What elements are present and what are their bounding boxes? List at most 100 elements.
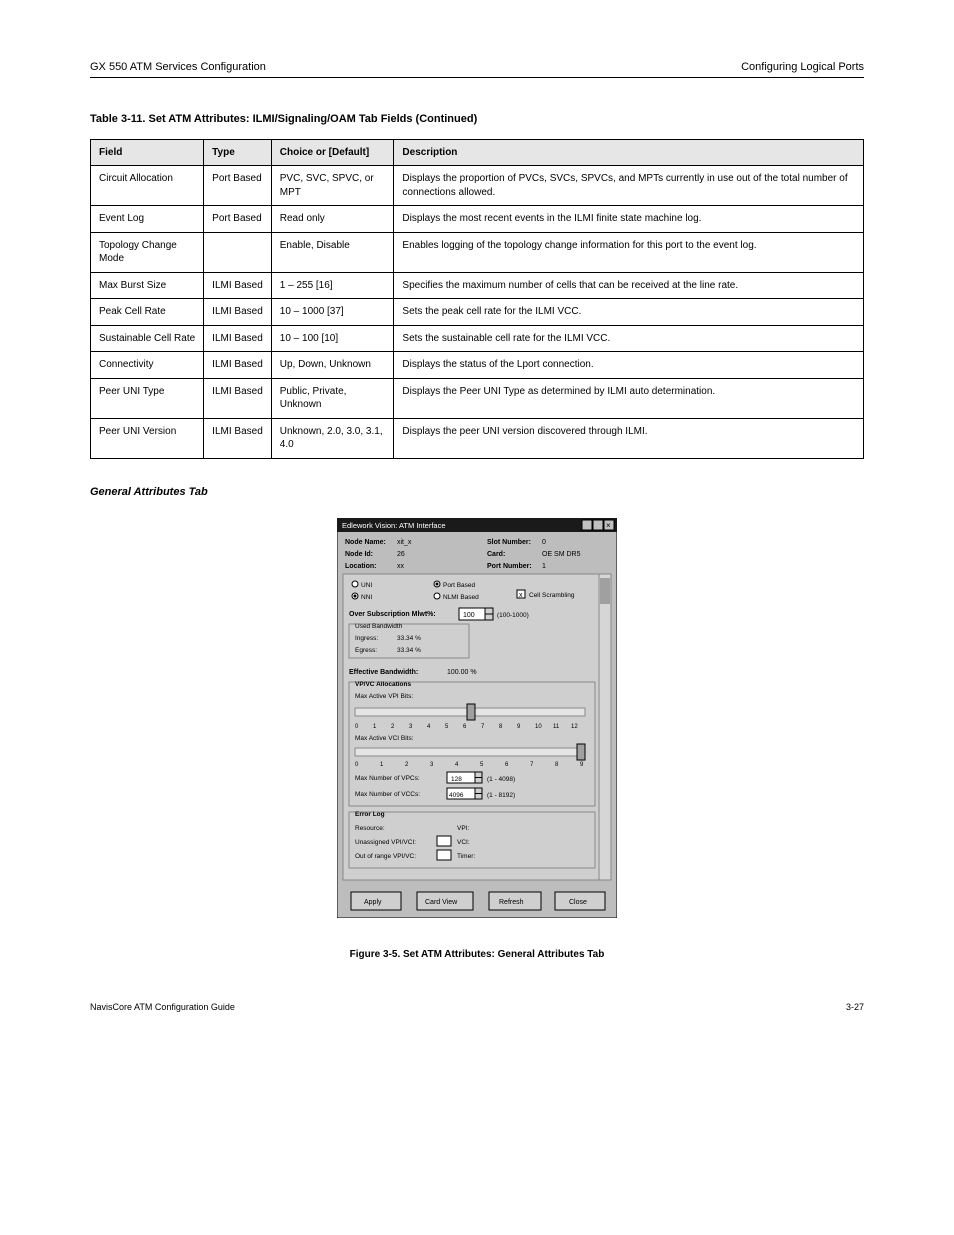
oor-label: Out of range VPI/VC:: [355, 853, 416, 860]
cell-choice: Enable, Disable: [271, 232, 394, 272]
max-vci-bits-label: Max Active VCI Bits:: [355, 735, 414, 742]
svg-text:12: 12: [571, 724, 578, 730]
table-row: Topology Change Mode Enable, Disable Ena…: [91, 232, 864, 272]
page-head-left: GX 550 ATM Services Configuration: [90, 60, 266, 75]
table-row: Peer UNI Type ILMI Based Public, Private…: [91, 378, 864, 418]
lbl-slot: Slot Number:: [487, 539, 531, 546]
cell-type: ILMI Based: [204, 352, 272, 379]
max-vpcs-val: 128: [451, 776, 462, 783]
radio-uni[interactable]: [352, 581, 358, 587]
slider-thumb-vci[interactable]: [577, 744, 585, 760]
val-node-name: xit_x: [397, 539, 412, 546]
check-cell-scrambling-label: Cell Scrambling: [529, 592, 575, 599]
cell-choice: Up, Down, Unknown: [271, 352, 394, 379]
cell-desc: Displays the peer UNI version discovered…: [394, 418, 864, 458]
slider-vci[interactable]: [355, 748, 585, 756]
window-title: Edlework Vision: ATM Interface: [342, 521, 446, 530]
cell-desc: Displays the status of the Lport connect…: [394, 352, 864, 379]
window-controls: ×: [582, 520, 614, 530]
spinner-down-icon[interactable]: [475, 777, 482, 783]
max-vpcs-range: (1 - 4098): [487, 776, 515, 783]
col-desc: Description: [394, 139, 864, 166]
radio-nni-label: NNI: [361, 594, 372, 601]
radio-port-based-label: Port Based: [443, 582, 476, 589]
ingress-val: 33.34 %: [397, 635, 421, 642]
table-header-row: Field Type Choice or [Default] Descripti…: [91, 139, 864, 166]
svg-text:×: ×: [606, 521, 611, 530]
vpi-label: VPI:: [457, 825, 469, 832]
cell-field: Sustainable Cell Rate: [91, 325, 204, 352]
unassigned-input[interactable]: [437, 836, 451, 846]
slider-thumb-vpi[interactable]: [467, 704, 475, 720]
cell-field: Max Burst Size: [91, 272, 204, 299]
lbl-node-id: Node Id:: [345, 551, 373, 558]
cell-type: ILMI Based: [204, 272, 272, 299]
svg-text:10: 10: [535, 724, 542, 730]
radio-ilmi-based-label: NLMI Based: [443, 594, 479, 601]
cell-desc: Sets the sustainable cell rate for the I…: [394, 325, 864, 352]
figure-caption: Figure 3-5. Set ATM Attributes: General …: [90, 948, 864, 962]
table-row: Connectivity ILMI Based Up, Down, Unknow…: [91, 352, 864, 379]
spinner-down-icon[interactable]: [485, 614, 493, 620]
page-head-right: Configuring Logical Ports: [741, 60, 864, 75]
vci-label: VCI:: [457, 839, 470, 846]
table-row: Peer UNI Version ILMI Based Unknown, 2.0…: [91, 418, 864, 458]
max-icon[interactable]: [593, 520, 603, 530]
col-type: Type: [204, 139, 272, 166]
svg-text:x: x: [519, 592, 523, 599]
atm-interface-dialog: Edlework Vision: ATM Interface × Node Na…: [337, 518, 617, 918]
cell-choice: Unknown, 2.0, 3.0, 3.1, 4.0: [271, 418, 394, 458]
oversub-val: 100: [463, 612, 475, 619]
min-icon[interactable]: [582, 520, 592, 530]
error-log-group: Error Log: [355, 811, 385, 818]
lbl-card: Card:: [487, 551, 505, 558]
lbl-location: Location:: [345, 563, 377, 570]
cell-type: ILMI Based: [204, 378, 272, 418]
radio-uni-label: UNI: [361, 582, 372, 589]
cell-type: ILMI Based: [204, 299, 272, 326]
card-view-button-label: Card View: [425, 899, 458, 906]
lbl-port: Port Number:: [487, 563, 532, 570]
gen-attr-heading: General Attributes Tab: [90, 485, 864, 500]
radio-ilmi-based[interactable]: [434, 593, 440, 599]
cell-desc: Displays the Peer UNI Type as determined…: [394, 378, 864, 418]
cell-type: ILMI Based: [204, 418, 272, 458]
cell-choice: 1 – 255 [16]: [271, 272, 394, 299]
cell-type: Port Based: [204, 206, 272, 233]
spinner-down-icon[interactable]: [475, 793, 482, 799]
max-vpi-bits-label: Max Active VPI Bits:: [355, 693, 413, 700]
spinner-up-icon[interactable]: [475, 788, 482, 794]
cell-field: Connectivity: [91, 352, 204, 379]
cell-desc: Displays the proportion of PVCs, SVCs, S…: [394, 166, 864, 206]
cell-field: Topology Change Mode: [91, 232, 204, 272]
spinner-up-icon[interactable]: [485, 608, 493, 614]
val-location: xx: [397, 563, 405, 570]
lbl-node-name: Node Name:: [345, 539, 386, 546]
page-head: GX 550 ATM Services Configuration Config…: [90, 60, 864, 78]
table-row: Sustainable Cell Rate ILMI Based 10 – 10…: [91, 325, 864, 352]
unassigned-label: Unassigned VPI/VCI:: [355, 839, 416, 846]
ilmi-sig-oam-table: Field Type Choice or [Default] Descripti…: [90, 139, 864, 459]
spinner-up-icon[interactable]: [475, 772, 482, 778]
oversub-label: Over Subscription Mlwt%:: [349, 611, 436, 618]
scrollbar[interactable]: [599, 574, 611, 880]
col-choice: Choice or [Default]: [271, 139, 394, 166]
cell-type: ILMI Based: [204, 325, 272, 352]
cell-desc: Enables logging of the topology change i…: [394, 232, 864, 272]
refresh-button-label: Refresh: [499, 899, 524, 906]
cell-field: Circuit Allocation: [91, 166, 204, 206]
scroll-thumb[interactable]: [600, 578, 610, 604]
used-bw-group: Used Bandwidth: [355, 623, 403, 630]
max-vpcs-label: Max Number of VPCs:: [355, 775, 420, 782]
cell-desc: Sets the peak cell rate for the ILMI VCC…: [394, 299, 864, 326]
cell-choice: Read only: [271, 206, 394, 233]
effective-bw-label: Effective Bandwidth:: [349, 669, 418, 676]
table-caption: Table 3-11. Set ATM Attributes: ILMI/Sig…: [90, 112, 864, 127]
page-footer: NavisCore ATM Configuration Guide 3-27: [90, 1001, 864, 1013]
oversub-range: (100-1000): [497, 612, 529, 619]
ingress-label: Ingress:: [355, 635, 378, 642]
table-row: Event Log Port Based Read only Displays …: [91, 206, 864, 233]
cell-type: [204, 232, 272, 272]
oor-input[interactable]: [437, 850, 451, 860]
cell-field: Peer UNI Version: [91, 418, 204, 458]
